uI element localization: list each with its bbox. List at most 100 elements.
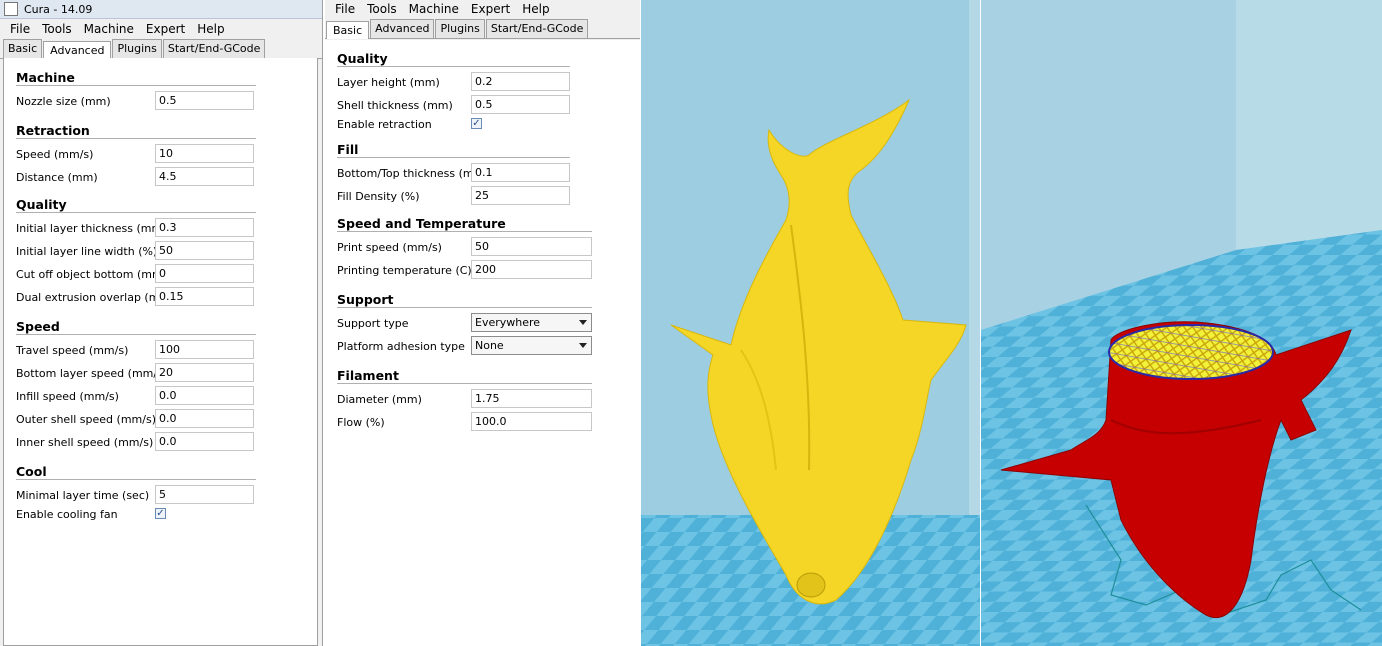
side-wall xyxy=(969,0,980,520)
retraction-distance-field[interactable]: 4.5 xyxy=(155,167,254,186)
tab-basic[interactable]: Basic xyxy=(3,39,43,58)
advanced-settings-window: Cura - 14.09 File Tools Machine Expert H… xyxy=(0,0,323,646)
outer-shell-speed-label: Outer shell speed (mm/s) xyxy=(16,413,156,426)
tab-plugins[interactable]: Plugins xyxy=(112,39,162,58)
enable-retraction-checkbox[interactable]: ✓ xyxy=(471,118,482,129)
flow-field[interactable]: 100.0 xyxy=(471,412,592,431)
travel-speed-field[interactable]: 100 xyxy=(155,340,254,359)
section-divider xyxy=(337,66,570,67)
print-speed-label: Print speed (mm/s) xyxy=(337,241,442,254)
minimal-layer-time-label: Minimal layer time (sec) xyxy=(16,489,150,502)
section-divider xyxy=(16,138,256,139)
section-speed: Speed xyxy=(16,319,60,334)
settings-tabs: Basic Advanced Plugins Start/End-GCode xyxy=(0,38,322,59)
section-divider xyxy=(16,85,256,86)
print-speed-field[interactable]: 50 xyxy=(471,237,592,256)
tab-plugins[interactable]: Plugins xyxy=(435,19,485,38)
retraction-distance-label: Distance (mm) xyxy=(16,171,98,184)
chevron-down-icon xyxy=(579,343,587,348)
platform-adhesion-select[interactable]: None xyxy=(471,336,592,355)
initial-layer-thickness-label: Initial layer thickness (mm) xyxy=(16,222,167,235)
menu-help[interactable]: Help xyxy=(516,2,555,16)
diameter-field[interactable]: 1.75 xyxy=(471,389,592,408)
bottom-layer-speed-field[interactable]: 20 xyxy=(155,363,254,382)
retraction-speed-field[interactable]: 10 xyxy=(155,144,254,163)
section-machine: Machine xyxy=(16,70,75,85)
layer-height-field[interactable]: 0.2 xyxy=(471,72,570,91)
fill-density-field[interactable]: 25 xyxy=(471,186,570,205)
printing-temperature-field[interactable]: 200 xyxy=(471,260,592,279)
diameter-label: Diameter (mm) xyxy=(337,393,422,406)
dual-extrusion-overlap-field[interactable]: 0.15 xyxy=(155,287,254,306)
dual-extrusion-overlap-label: Dual extrusion overlap (mm) xyxy=(16,291,175,304)
platform-adhesion-label: Platform adhesion type xyxy=(337,340,465,353)
fill-density-label: Fill Density (%) xyxy=(337,190,420,203)
basic-settings-window: File Tools Machine Expert Help Basic Adv… xyxy=(325,0,640,646)
section-filament: Filament xyxy=(337,368,399,383)
layer-viewport[interactable] xyxy=(981,0,1382,646)
menu-file[interactable]: File xyxy=(329,2,361,16)
menu-bar: File Tools Machine Expert Help xyxy=(0,19,322,38)
minimal-layer-time-field[interactable]: 5 xyxy=(155,485,254,504)
title-bar: Cura - 14.09 xyxy=(0,0,322,19)
section-quality: Quality xyxy=(337,51,388,66)
flow-label: Flow (%) xyxy=(337,416,385,429)
tab-advanced[interactable]: Advanced xyxy=(370,19,435,38)
enable-retraction-label: Enable retraction xyxy=(337,118,432,131)
window-title: Cura - 14.09 xyxy=(24,2,93,16)
initial-layer-thickness-field[interactable]: 0.3 xyxy=(155,218,254,237)
section-divider xyxy=(16,212,256,213)
inner-shell-speed-label: Inner shell speed (mm/s) xyxy=(16,436,154,449)
nozzle-size-label: Nozzle size (mm) xyxy=(16,95,111,108)
bottom-top-thickness-field[interactable]: 0.1 xyxy=(471,163,570,182)
shell-thickness-label: Shell thickness (mm) xyxy=(337,99,453,112)
app-icon xyxy=(4,2,18,16)
menu-bar: File Tools Machine Expert Help xyxy=(325,0,640,18)
support-type-value: Everywhere xyxy=(475,316,541,329)
tab-start-end-gcode[interactable]: Start/End-GCode xyxy=(162,39,266,58)
layer-canvas xyxy=(981,0,1382,646)
model-viewport[interactable] xyxy=(641,0,980,646)
right-wall xyxy=(1236,0,1382,250)
cooling-fan-checkbox[interactable]: ✓ xyxy=(155,508,166,519)
outer-shell-speed-field[interactable]: 0.0 xyxy=(155,409,254,428)
menu-help[interactable]: Help xyxy=(191,22,230,36)
tab-advanced[interactable]: Advanced xyxy=(43,41,112,59)
menu-tools[interactable]: Tools xyxy=(361,2,403,16)
section-cool: Cool xyxy=(16,464,47,479)
shell-thickness-field[interactable]: 0.5 xyxy=(471,95,570,114)
support-type-label: Support type xyxy=(337,317,409,330)
platform-adhesion-value: None xyxy=(475,339,504,352)
menu-machine[interactable]: Machine xyxy=(403,2,465,16)
section-divider xyxy=(337,307,592,308)
chevron-down-icon xyxy=(579,320,587,325)
section-divider xyxy=(16,334,256,335)
cut-off-bottom-field[interactable]: 0 xyxy=(155,264,254,283)
section-speed-temperature: Speed and Temperature xyxy=(337,216,506,231)
advanced-tab-panel: Machine Nozzle size (mm) 0.5 Retraction … xyxy=(3,58,318,646)
menu-tools[interactable]: Tools xyxy=(36,22,78,36)
infill-speed-field[interactable]: 0.0 xyxy=(155,386,254,405)
menu-machine[interactable]: Machine xyxy=(78,22,140,36)
section-divider xyxy=(337,157,570,158)
initial-layer-line-width-field[interactable]: 50 xyxy=(155,241,254,260)
section-quality: Quality xyxy=(16,197,67,212)
menu-expert[interactable]: Expert xyxy=(465,2,516,16)
viewport-canvas xyxy=(641,0,980,646)
bottom-top-thickness-label: Bottom/Top thickness (mm) xyxy=(337,167,489,180)
infill-speed-label: Infill speed (mm/s) xyxy=(16,390,119,403)
section-support: Support xyxy=(337,292,394,307)
section-divider xyxy=(337,383,592,384)
inner-shell-speed-field[interactable]: 0.0 xyxy=(155,432,254,451)
cooling-fan-label: Enable cooling fan xyxy=(16,508,118,521)
layer-height-label: Layer height (mm) xyxy=(337,76,440,89)
menu-file[interactable]: File xyxy=(4,22,36,36)
section-fill: Fill xyxy=(337,142,359,157)
tab-start-end-gcode[interactable]: Start/End-GCode xyxy=(485,19,589,38)
bottom-layer-speed-label: Bottom layer speed (mm/s) xyxy=(16,367,168,380)
menu-expert[interactable]: Expert xyxy=(140,22,191,36)
nozzle-size-field[interactable]: 0.5 xyxy=(155,91,254,110)
cut-off-bottom-label: Cut off object bottom (mm) xyxy=(16,268,167,281)
tab-basic[interactable]: Basic xyxy=(326,21,370,39)
support-type-select[interactable]: Everywhere xyxy=(471,313,592,332)
